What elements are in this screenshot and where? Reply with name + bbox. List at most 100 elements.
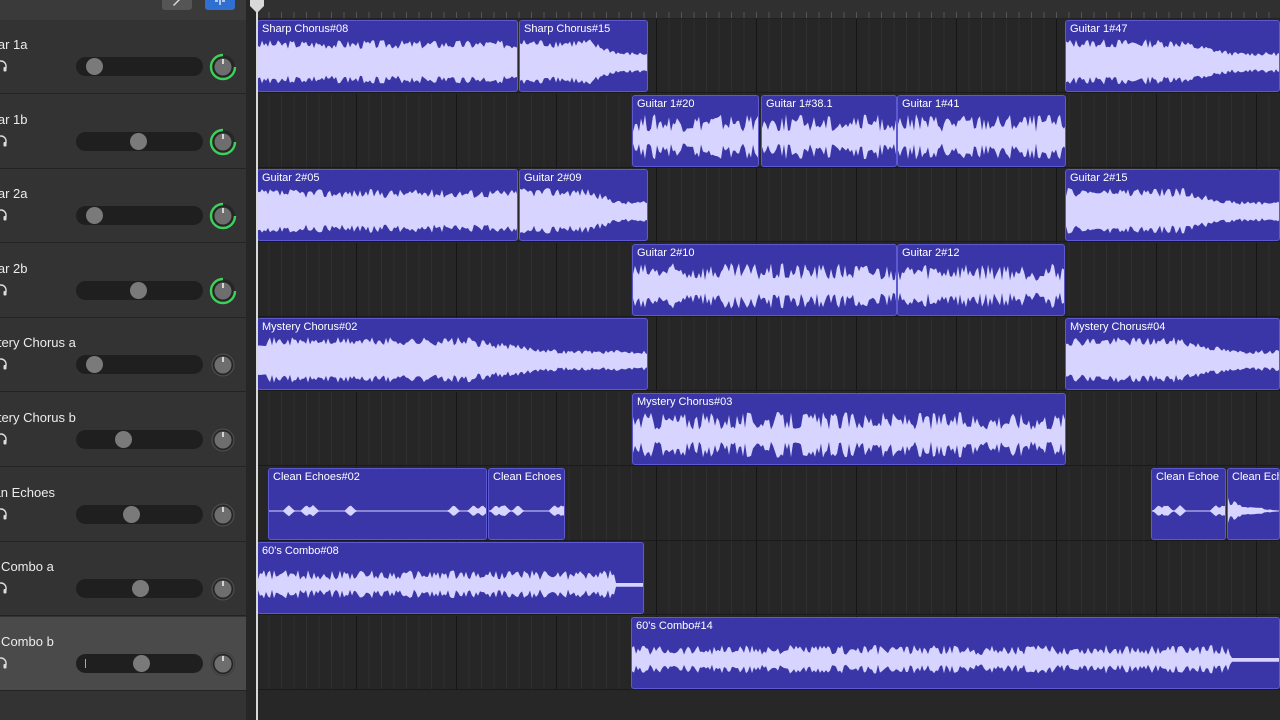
audio-region[interactable]: Guitar 1#41	[897, 94, 1066, 167]
track-lane[interactable]: 60's Combo#08	[256, 541, 1280, 616]
track-name: Mystery Chorus b	[0, 410, 76, 425]
track-header[interactable]: 60's Combo b	[0, 616, 246, 691]
volume-slider-thumb[interactable]	[132, 654, 150, 672]
pan-knob[interactable]	[209, 501, 237, 529]
region-label: Sharp Chorus#15	[524, 23, 611, 35]
audio-region[interactable]: Mystery Chorus#02	[257, 318, 648, 391]
region-label: Guitar 2#15	[1070, 172, 1128, 185]
track-name: Guitar 1a	[0, 37, 28, 52]
volume-slider[interactable]	[76, 653, 203, 673]
pan-knob[interactable]	[209, 426, 237, 454]
audio-region[interactable]: Guitar 2#12	[897, 243, 1065, 316]
waveform	[258, 570, 643, 599]
pan-knob[interactable]	[209, 650, 237, 678]
timeline-ruler[interactable]	[256, 0, 1280, 19]
volume-slider[interactable]	[76, 504, 203, 524]
headphones-icon[interactable]	[0, 208, 8, 222]
track-lane[interactable]: Sharp Chorus#08 Sharp Chorus#15 Guitar 1#4…	[256, 19, 1280, 93]
track-header[interactable]: Clean Echoes	[0, 467, 246, 542]
waveform	[1228, 497, 1279, 523]
volume-slider-thumb[interactable]	[115, 431, 133, 448]
audio-region[interactable]: Guitar 2#05	[257, 169, 518, 242]
volume-slider-thumb[interactable]	[85, 356, 103, 374]
audio-region[interactable]: Clean Ech	[1227, 467, 1280, 540]
volume-slider-thumb[interactable]	[85, 207, 103, 225]
headphones-icon[interactable]	[0, 507, 8, 521]
track-lane[interactable]: Mystery Chorus#02 Mystery Chorus#04	[256, 317, 1280, 392]
pan-knob[interactable]	[209, 575, 237, 603]
volume-slider[interactable]	[76, 57, 203, 76]
track-header[interactable]: 60's Combo a	[0, 542, 246, 617]
track-header[interactable]: Mystery Chorus b	[0, 393, 246, 467]
pan-knob[interactable]	[209, 277, 237, 305]
track-header[interactable]: Guitar 1a	[0, 20, 246, 94]
track-header[interactable]: Guitar 2b	[0, 243, 246, 318]
audio-region[interactable]: Sharp Chorus#08	[257, 20, 518, 92]
track-header[interactable]: Guitar 1b	[0, 94, 246, 169]
audio-region[interactable]: Clean Echoes#02	[268, 467, 487, 540]
headphones-icon[interactable]	[0, 357, 8, 371]
track-lane[interactable]: 60's Combo#14	[256, 615, 1280, 690]
tracks-area[interactable]: Sharp Chorus#08 Sharp Chorus#15 Guitar 1#4…	[256, 0, 1280, 720]
audio-region[interactable]: Clean Echoes	[488, 467, 565, 540]
volume-slider-thumb[interactable]	[130, 281, 148, 299]
volume-slider[interactable]	[76, 131, 203, 151]
track-header[interactable]: Guitar 2a	[0, 169, 246, 244]
volume-slider[interactable]	[76, 355, 203, 375]
pan-knob[interactable]	[209, 53, 237, 81]
playhead-handle[interactable]	[249, 0, 265, 14]
playhead[interactable]	[256, 8, 258, 720]
volume-slider[interactable]	[76, 280, 203, 300]
audio-region[interactable]: Sharp Chorus#15	[519, 20, 648, 92]
audio-region[interactable]: Clean Echoe	[1151, 467, 1226, 540]
volume-slider[interactable]	[76, 430, 203, 449]
waveform	[520, 188, 647, 234]
header-divider[interactable]	[246, 0, 256, 720]
volume-slider-thumb[interactable]	[131, 580, 149, 598]
region-label: Clean Echoe	[1156, 470, 1219, 483]
waveform	[1066, 188, 1279, 234]
pan-knob[interactable]	[209, 128, 237, 156]
region-label: Guitar 1#47	[1070, 23, 1128, 35]
audio-region[interactable]: 60's Combo#08	[257, 542, 644, 615]
audio-region[interactable]: Guitar 1#47	[1065, 20, 1280, 92]
waveform	[258, 40, 517, 84]
volume-slider-thumb[interactable]	[85, 58, 103, 75]
headphones-icon[interactable]	[0, 656, 8, 670]
track-lane[interactable]: Mystery Chorus#03	[256, 392, 1280, 466]
headphones-icon[interactable]	[0, 283, 8, 297]
track-name: Guitar 2a	[0, 186, 28, 202]
region-label: Guitar 1#38.1	[766, 97, 833, 110]
volume-meter	[85, 658, 86, 668]
audio-region[interactable]: Guitar 2#09	[519, 169, 648, 242]
volume-slider-thumb[interactable]	[130, 132, 148, 150]
snap-button[interactable]	[205, 0, 235, 10]
track-name: Mystery Chorus a	[0, 335, 76, 351]
region-label: 60's Combo#08	[262, 545, 339, 558]
headphones-icon[interactable]	[0, 134, 8, 148]
waveform	[898, 263, 1064, 308]
headphones-icon[interactable]	[0, 581, 8, 595]
headphones-icon[interactable]	[0, 432, 8, 446]
pencil-tool-button[interactable]	[162, 0, 192, 10]
volume-slider[interactable]	[76, 579, 203, 599]
pan-knob[interactable]	[209, 351, 237, 379]
track-lane[interactable]: Guitar 2#05 Guitar 2#09 Guitar 2#15	[256, 168, 1280, 243]
audio-region[interactable]: Guitar 1#20	[632, 94, 759, 167]
audio-region[interactable]: 60's Combo#14	[631, 616, 1280, 689]
audio-region[interactable]: Mystery Chorus#03	[632, 393, 1066, 465]
pan-knob[interactable]	[209, 202, 237, 230]
volume-slider[interactable]	[76, 206, 203, 226]
audio-region[interactable]: Guitar 2#15	[1065, 169, 1280, 242]
audio-region[interactable]: Mystery Chorus#04	[1065, 318, 1280, 391]
track-name: Clean Echoes	[0, 484, 55, 500]
audio-region[interactable]: Guitar 1#38.1	[761, 94, 897, 167]
track-name: Guitar 1b	[0, 111, 28, 127]
track-header[interactable]: Mystery Chorus a	[0, 318, 246, 393]
volume-slider-thumb[interactable]	[122, 505, 140, 523]
headphones-icon[interactable]	[0, 59, 8, 73]
audio-region[interactable]: Guitar 2#10	[632, 243, 897, 316]
track-lane[interactable]: Clean Echoes#02 Clean Echoes Clean Echoe Cl…	[256, 466, 1280, 541]
track-lane[interactable]: Guitar 2#10 Guitar 2#12	[256, 242, 1280, 317]
track-lane[interactable]: Guitar 1#20 Guitar 1#38.1 Guitar 1#41	[256, 93, 1280, 168]
